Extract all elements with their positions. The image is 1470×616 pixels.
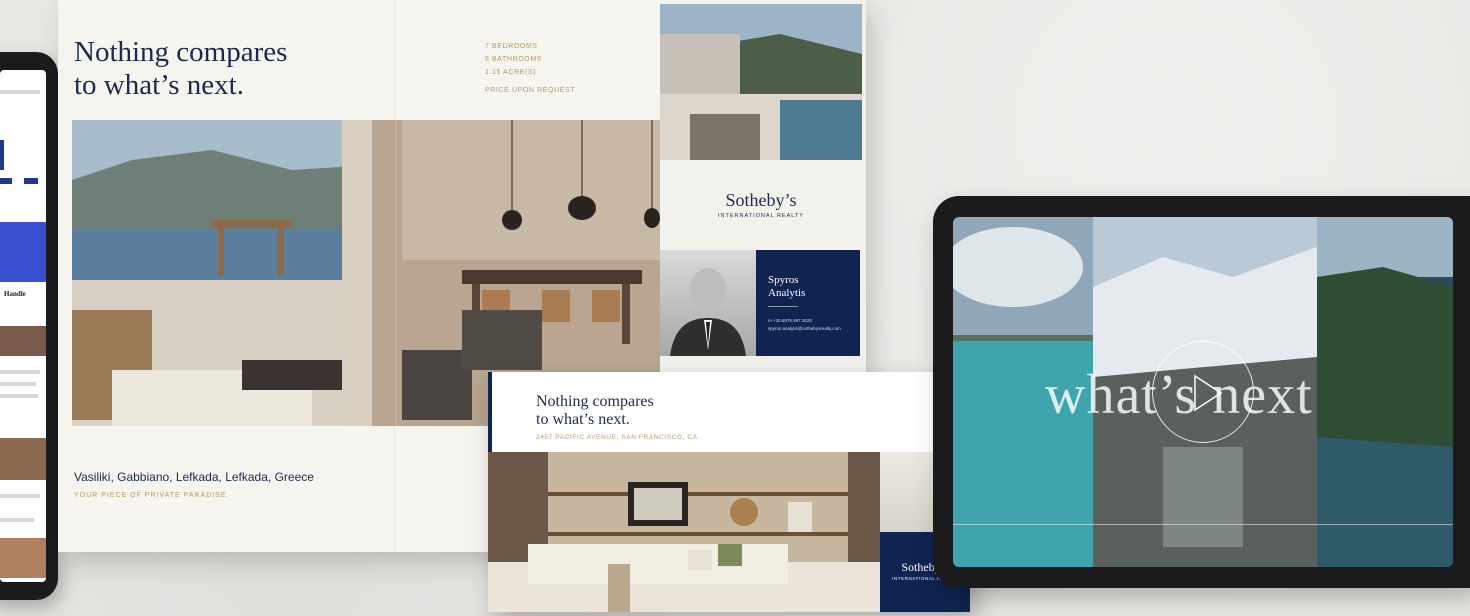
logo-wordmark: Sotheby’s xyxy=(725,190,797,210)
living-room-photo xyxy=(488,452,880,612)
magazine-fold xyxy=(394,0,396,552)
spec-bathrooms: 8 BATHROOMS xyxy=(485,56,543,63)
phone-blue-bar xyxy=(0,140,4,170)
brochure-address: 2457 PACIFIC AVENUE, SAN FRANCISCO, CA xyxy=(536,434,698,441)
brochure-card: Nothing compares to what’s next. 2457 PA… xyxy=(488,372,970,612)
agent-email: spyros.analytis@sothebysrealty.com xyxy=(768,326,841,331)
tablet-video-screen[interactable]: what’s next xyxy=(953,217,1453,567)
phone-screen: Handle xyxy=(0,70,46,582)
brochure-headline: Nothing compares to what’s next. xyxy=(536,393,654,428)
agent-name: Spyros Analytis xyxy=(768,274,806,299)
phone-headline: Handle xyxy=(4,290,26,298)
phone-text-line xyxy=(0,370,40,374)
tablet-device: what’s next xyxy=(933,196,1470,588)
agent-portrait-illustration xyxy=(670,268,746,356)
agent-divider xyxy=(768,306,798,307)
agent-portrait xyxy=(660,250,756,356)
phone-button[interactable] xyxy=(24,178,38,184)
agent-card: Spyros Analytis m +30.6975.987.3020 spyr… xyxy=(756,250,860,356)
phone-header-line xyxy=(0,90,40,94)
property-price: PRICE UPON REQUEST xyxy=(485,87,576,94)
infinity-pool-photo xyxy=(660,4,862,160)
property-tagline: YOUR PIECE OF PRIVATE PARADISE. xyxy=(74,492,230,499)
living-room-illustration xyxy=(488,452,880,612)
property-location: Vasiliki, Gabbiano, Lefkada, Lefkada, Gr… xyxy=(74,470,314,484)
logo-subtitle: INTERNATIONAL REALTY xyxy=(718,213,804,219)
sothebys-logo: Sotheby’s INTERNATIONAL REALTY xyxy=(660,190,862,219)
phone-text-line xyxy=(0,382,36,386)
phone-photo[interactable] xyxy=(0,326,46,356)
video-title: what’s next xyxy=(1045,364,1313,426)
pool-illustration xyxy=(660,4,862,160)
video-progress-bar[interactable] xyxy=(953,524,1453,525)
property-specs: 7 BEDROOMS 8 BATHROOMS 1.15 ACRE(S) xyxy=(485,40,645,79)
phone-photo[interactable] xyxy=(0,538,46,578)
phone-text-line xyxy=(0,394,38,398)
spec-acres: 1.15 ACRE(S) xyxy=(485,69,537,76)
phone-promo-image[interactable] xyxy=(0,222,46,282)
phone-button[interactable] xyxy=(0,178,12,184)
phone-text-line xyxy=(0,518,34,522)
spec-bedrooms: 7 BEDROOMS xyxy=(485,43,538,50)
phone-device: Handle xyxy=(0,52,58,600)
brochure-accent xyxy=(488,372,492,452)
agent-phone: m +30.6975.987.3020 xyxy=(768,318,812,323)
magazine-headline: Nothing compares to what’s next. xyxy=(74,36,288,101)
phone-text-line xyxy=(0,494,40,498)
phone-photo[interactable] xyxy=(0,438,46,480)
